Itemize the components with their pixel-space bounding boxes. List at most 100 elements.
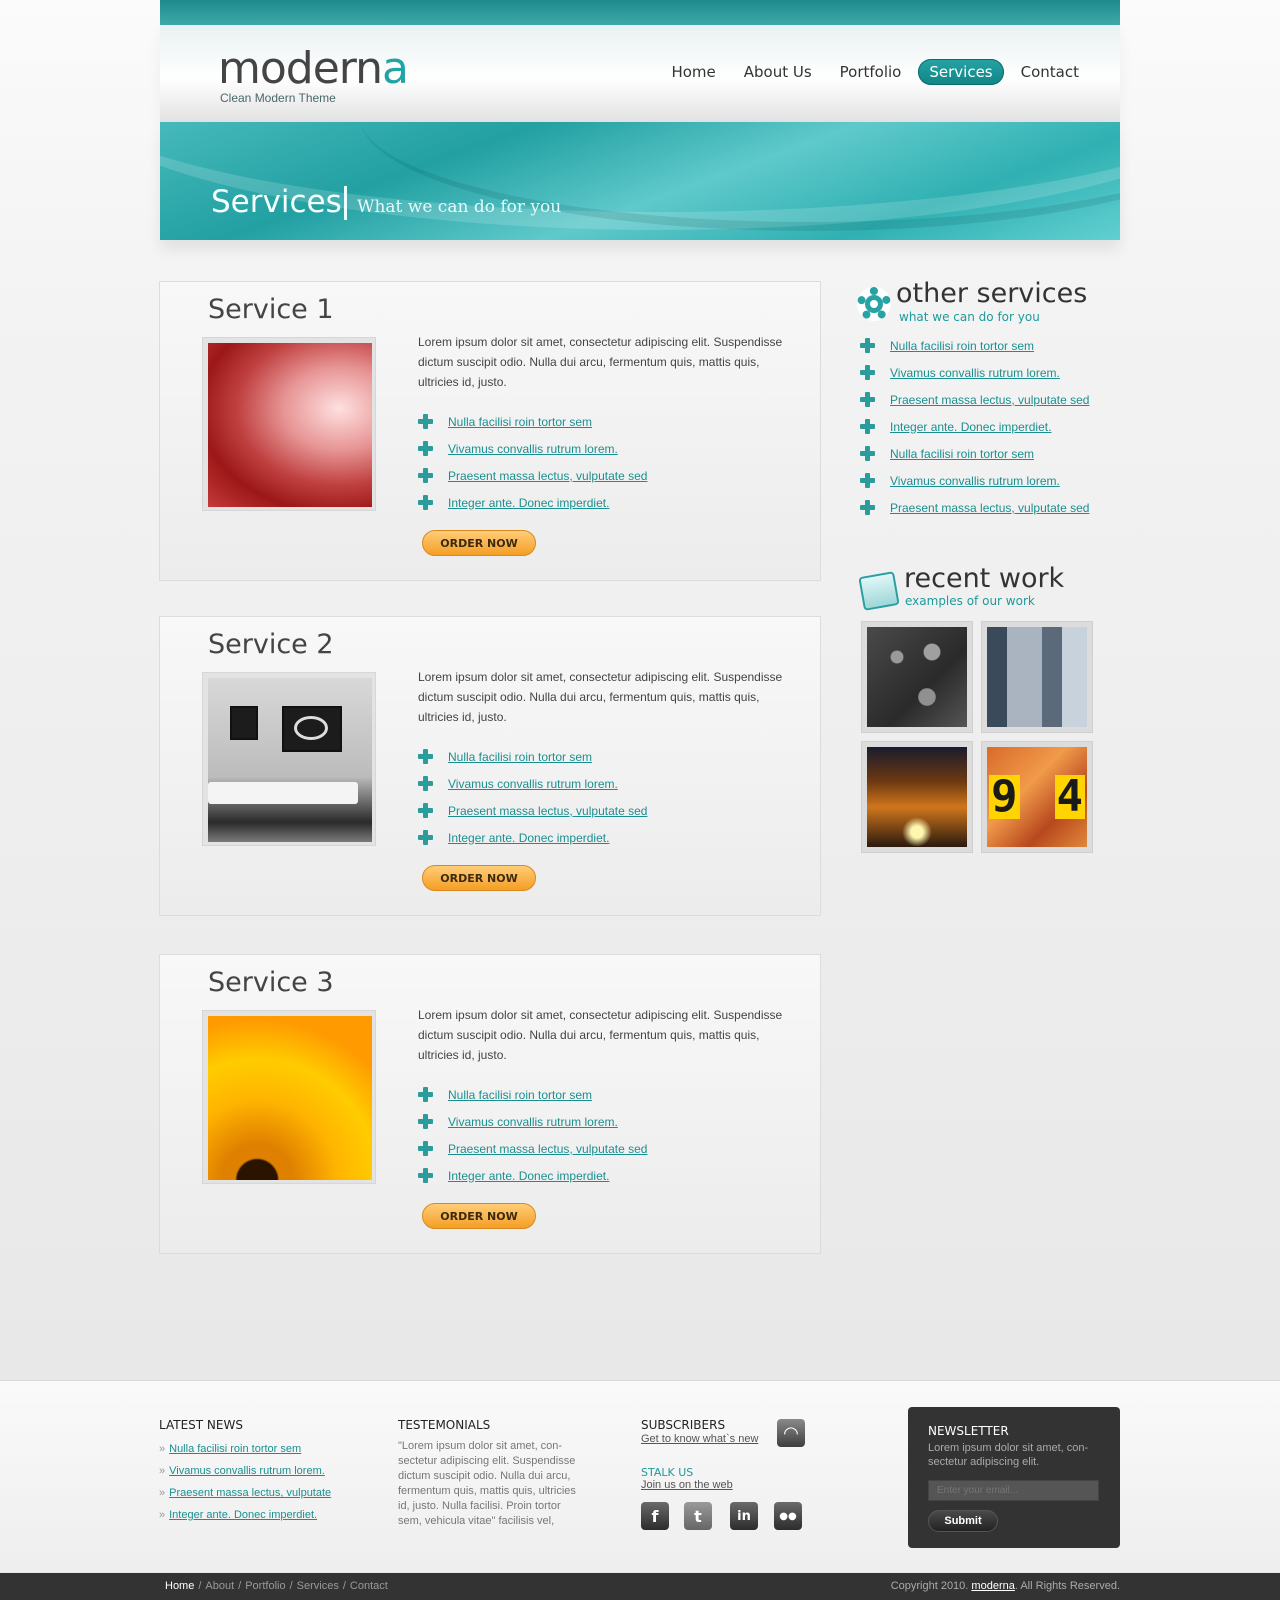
list-item: » Integer ante. Donec imperdiet.: [159, 1504, 331, 1526]
service-link[interactable]: Praesent massa lectus, vulputate sed: [448, 1142, 647, 1156]
work-image: [867, 627, 967, 727]
service-link[interactable]: Integer ante. Donec imperdiet.: [448, 496, 609, 510]
recent-work-subtitle: examples of our work: [905, 594, 1035, 608]
copyright-suffix: . All Rights Reserved.: [1014, 1580, 1120, 1592]
flickr-icon[interactable]: ●●: [774, 1502, 802, 1530]
list-item: Praesent massa lectus, vulputate sed: [418, 462, 647, 489]
news-link[interactable]: Nulla facilisi roin tortor sem: [169, 1443, 301, 1455]
nav-contact[interactable]: Contact: [1010, 59, 1090, 85]
other-service-link[interactable]: Nulla facilisi roin tortor sem: [890, 447, 1034, 461]
newsletter-heading: NEWSLETTER: [928, 1424, 1009, 1438]
newsletter-email-input[interactable]: [928, 1480, 1099, 1501]
plus-icon: [418, 468, 433, 483]
service-link[interactable]: Nulla facilisi roin tortor sem: [448, 415, 592, 429]
other-services-subtitle: what we can do for you: [899, 310, 1040, 324]
nav-home[interactable]: Home: [660, 59, 726, 85]
raquo-icon: »: [159, 1509, 166, 1521]
list-item: » Praesent massa lectus, vulputate: [159, 1482, 331, 1504]
work-thumbnail[interactable]: 94: [981, 741, 1093, 853]
plus-icon: [860, 419, 875, 434]
list-item: Integer ante. Donec imperdiet.: [418, 489, 647, 516]
top-strip: [160, 0, 1120, 25]
work-image: [867, 747, 967, 847]
list-item: Nulla facilisi roin tortor sem: [418, 408, 647, 435]
linkedin-icon[interactable]: in: [730, 1502, 758, 1530]
subscribers-heading: SUBSCRIBERS: [641, 1418, 726, 1432]
nav-services[interactable]: Services: [918, 59, 1004, 85]
order-now-button[interactable]: ORDER NOW: [422, 1203, 536, 1229]
list-item: Praesent massa lectus, vulputate sed: [418, 1135, 647, 1162]
bottom-nav-home[interactable]: Home: [165, 1580, 194, 1592]
plus-icon: [418, 441, 433, 456]
plus-icon: [860, 473, 875, 488]
twitter-icon[interactable]: t: [684, 1502, 712, 1530]
raquo-icon: »: [159, 1465, 166, 1477]
other-services-list: Nulla facilisi roin tortor sem Vivamus c…: [860, 332, 1089, 521]
plus-icon: [418, 830, 433, 845]
facebook-icon[interactable]: f: [641, 1502, 669, 1530]
service-link[interactable]: Praesent massa lectus, vulputate sed: [448, 804, 647, 818]
page-subtitle: What we can do for you: [357, 197, 562, 217]
service-box: Service 3 Lorem ipsum dolor sit amet, co…: [159, 954, 821, 1254]
other-service-link[interactable]: Praesent massa lectus, vulputate sed: [890, 393, 1089, 407]
stalk-link[interactable]: Join us on the web: [641, 1479, 733, 1491]
bottom-nav-contact[interactable]: Contact: [350, 1580, 388, 1592]
work-thumbnail[interactable]: [861, 741, 973, 853]
plus-icon: [418, 414, 433, 429]
raquo-icon: »: [159, 1443, 166, 1455]
bottom-nav-services[interactable]: Services: [297, 1580, 339, 1592]
work-thumbnail[interactable]: [861, 621, 973, 733]
list-item: Integer ante. Donec imperdiet.: [418, 1162, 647, 1189]
plus-icon: [418, 1087, 433, 1102]
service-link[interactable]: Praesent massa lectus, vulputate sed: [448, 469, 647, 483]
service-image: [208, 678, 372, 842]
service-link[interactable]: Nulla facilisi roin tortor sem: [448, 1088, 592, 1102]
work-thumbnail[interactable]: [981, 621, 1093, 733]
nav-about[interactable]: About Us: [733, 59, 823, 85]
service-link[interactable]: Vivamus convallis rutrum lorem.: [448, 777, 618, 791]
list-item: Integer ante. Donec imperdiet.: [860, 413, 1089, 440]
other-service-link[interactable]: Integer ante. Donec imperdiet.: [890, 420, 1051, 434]
subscribers-link[interactable]: Get to know what`s new: [641, 1433, 758, 1445]
separator: /: [238, 1580, 242, 1592]
other-service-link[interactable]: Nulla facilisi roin tortor sem: [890, 339, 1034, 353]
service-link[interactable]: Vivamus convallis rutrum lorem.: [448, 1115, 618, 1129]
service-description: Lorem ipsum dolor sit amet, consectetur …: [418, 335, 783, 389]
newsletter-submit-button[interactable]: Submit: [928, 1510, 998, 1532]
logo[interactable]: moderna: [218, 43, 409, 94]
logo-text: modern: [218, 43, 383, 94]
service-link[interactable]: Vivamus convallis rutrum lorem.: [448, 442, 618, 456]
news-link[interactable]: Praesent massa lectus, vulputate: [169, 1487, 331, 1499]
other-service-link[interactable]: Vivamus convallis rutrum lorem.: [890, 366, 1060, 380]
work-image: [987, 627, 1087, 727]
order-now-button[interactable]: ORDER NOW: [422, 530, 536, 556]
other-service-link[interactable]: Vivamus convallis rutrum lorem.: [890, 474, 1060, 488]
work-image-digit: 4: [1054, 771, 1085, 822]
news-link[interactable]: Vivamus convallis rutrum lorem.: [169, 1465, 325, 1477]
other-service-link[interactable]: Praesent massa lectus, vulputate sed: [890, 501, 1089, 515]
latest-news-list: » Nulla facilisi roin tortor sem » Vivamus…: [159, 1438, 331, 1526]
page-banner: Services What we can do for you: [160, 122, 1120, 240]
bottom-nav-about[interactable]: About: [205, 1580, 234, 1592]
bottom-nav-portfolio[interactable]: Portfolio: [245, 1580, 285, 1592]
list-item: » Nulla facilisi roin tortor sem: [159, 1438, 331, 1460]
nav-portfolio[interactable]: Portfolio: [829, 59, 913, 85]
service-image-frame: [202, 1010, 376, 1184]
list-item: Nulla facilisi roin tortor sem: [860, 440, 1089, 467]
rss-icon[interactable]: ◠: [777, 1419, 805, 1447]
service-links: Nulla facilisi roin tortor sem Vivamus c…: [418, 1081, 647, 1189]
service-link[interactable]: Integer ante. Donec imperdiet.: [448, 831, 609, 845]
plus-icon: [860, 446, 875, 461]
order-now-button[interactable]: ORDER NOW: [422, 865, 536, 891]
list-item: Nulla facilisi roin tortor sem: [418, 743, 647, 770]
newsletter-text: Lorem ipsum dolor sit amet, con-sectetur…: [928, 1442, 1089, 1468]
bottom-bar: Home / About / Portfolio / Services / Contac…: [0, 1573, 1280, 1600]
service-link[interactable]: Integer ante. Donec imperdiet.: [448, 1169, 609, 1183]
copyright: Copyright 2010. moderna. All Rights Rese…: [891, 1580, 1120, 1592]
service-title: Service 1: [208, 294, 334, 325]
service-link[interactable]: Nulla facilisi roin tortor sem: [448, 750, 592, 764]
copyright-brand-link[interactable]: moderna: [971, 1580, 1014, 1592]
service-image-frame: [202, 672, 376, 846]
service-box: Service 1 Lorem ipsum dolor sit amet, co…: [159, 281, 821, 581]
news-link[interactable]: Integer ante. Donec imperdiet.: [169, 1509, 317, 1521]
